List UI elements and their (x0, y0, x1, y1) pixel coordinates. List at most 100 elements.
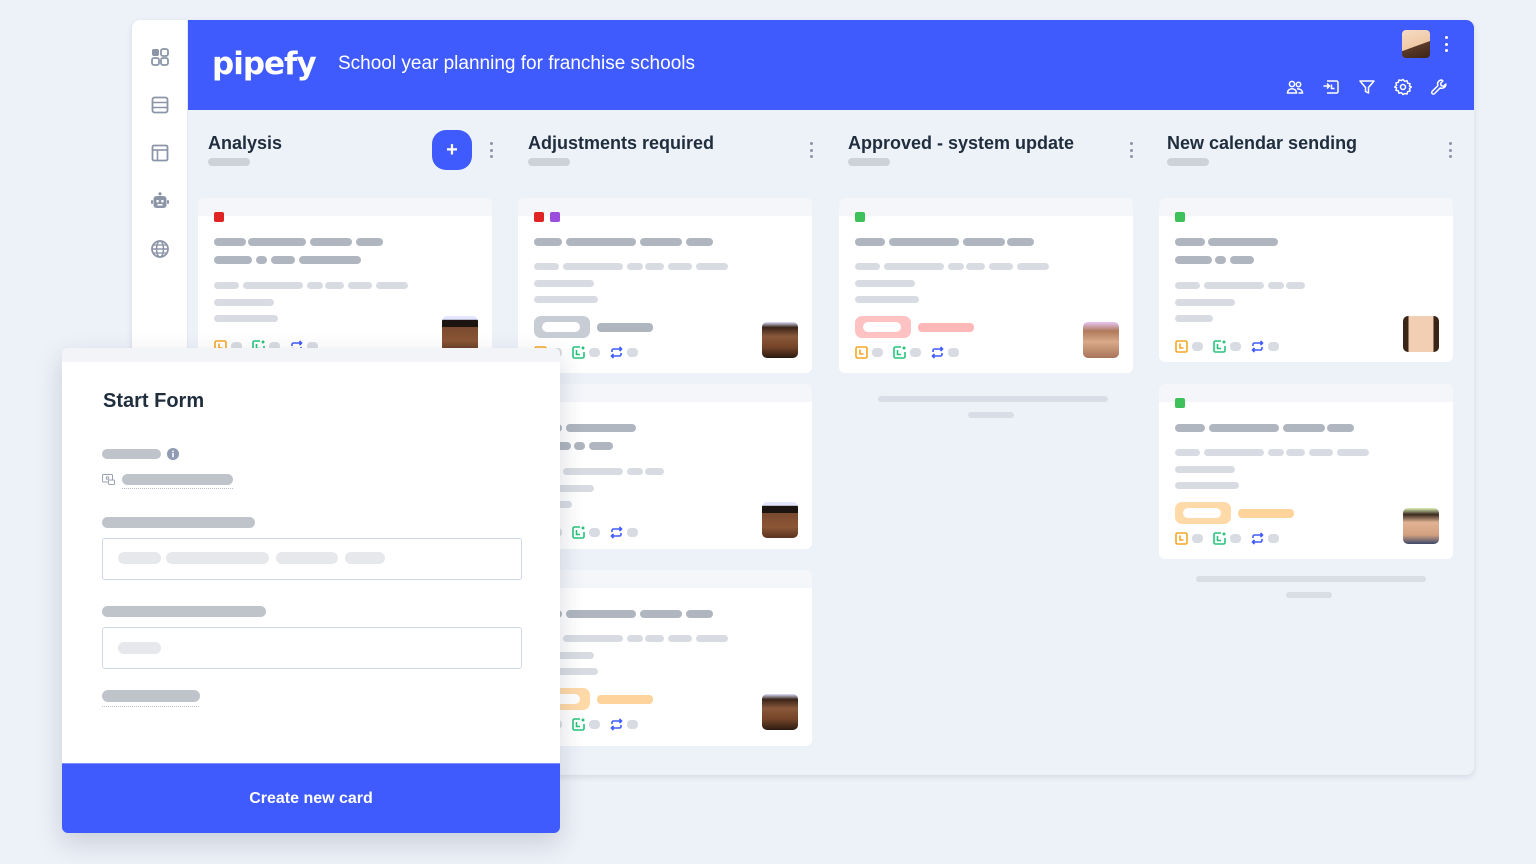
text-placeholder (1175, 238, 1205, 246)
robot-automation-icon[interactable] (149, 190, 171, 212)
field-badge-text (597, 323, 653, 332)
text-placeholder (1204, 449, 1264, 456)
card-header-band (1159, 198, 1453, 216)
field-badge-text (918, 323, 974, 332)
info-icon[interactable] (167, 448, 179, 460)
text-placeholder (248, 238, 306, 246)
text-placeholder (989, 263, 1013, 270)
filter-icon[interactable] (1358, 78, 1376, 96)
text-placeholder (1215, 256, 1226, 264)
input-placeholder (118, 642, 161, 654)
text-placeholder (214, 256, 252, 264)
card-indicators (1175, 340, 1289, 353)
text-placeholder (645, 635, 664, 642)
pipe-title: School year planning for franchise schoo… (338, 53, 695, 74)
phase-title: Adjustments required (528, 133, 715, 153)
field-link-placeholder[interactable] (102, 690, 200, 702)
text-placeholder (686, 610, 713, 618)
text-placeholder (348, 282, 372, 289)
create-new-card-button[interactable]: Create new card (62, 763, 560, 833)
indicator-value (948, 348, 959, 357)
field-value-placeholder[interactable] (122, 474, 233, 485)
text-placeholder (1327, 424, 1354, 432)
pipe-card[interactable] (518, 570, 812, 746)
text-placeholder (214, 299, 274, 306)
text-placeholder (645, 263, 664, 270)
text-placeholder (645, 468, 664, 475)
text-field-1[interactable] (102, 538, 522, 580)
text-placeholder (1204, 282, 1264, 289)
indicator-value (910, 348, 921, 357)
indicator-value (1230, 342, 1241, 351)
text-placeholder (563, 635, 623, 642)
text-placeholder (686, 238, 713, 246)
assignee-avatar[interactable] (1083, 322, 1119, 358)
input-placeholder (166, 552, 269, 564)
pipe-card[interactable] (1159, 198, 1453, 362)
attachment-preview-icon (102, 474, 115, 485)
assignee-avatar[interactable] (1403, 508, 1439, 544)
text-placeholder (668, 635, 692, 642)
text-placeholder (966, 263, 985, 270)
pipe-card[interactable] (839, 198, 1133, 373)
card-labels (855, 212, 865, 222)
assignee-avatar[interactable] (1403, 316, 1439, 352)
more-vertical-icon[interactable] (1442, 34, 1450, 54)
add-card-button[interactable]: + (432, 130, 472, 170)
field-badge (534, 316, 590, 338)
phase-menu-icon[interactable] (1128, 142, 1134, 158)
repeat-icon (931, 346, 944, 359)
due-date-icon (1213, 532, 1226, 545)
text-placeholder (214, 238, 246, 246)
text-placeholder (889, 238, 959, 246)
text-placeholder (1209, 424, 1279, 432)
header-toolbar (1286, 78, 1448, 96)
field-badge (1175, 502, 1231, 524)
phase-card-count (528, 158, 570, 166)
user-avatar[interactable] (1402, 30, 1430, 58)
members-icon[interactable] (1286, 78, 1304, 96)
phase-title: Analysis (208, 133, 283, 153)
text-placeholder (566, 238, 636, 246)
phase-menu-icon[interactable] (808, 142, 814, 158)
phase-card-count (208, 158, 250, 166)
text-field-2[interactable] (102, 627, 522, 669)
phase-menu-icon[interactable] (1447, 142, 1453, 158)
phase-menu-icon[interactable] (488, 142, 494, 158)
pipe-card[interactable] (518, 198, 812, 373)
globe-portal-icon[interactable] (149, 238, 171, 260)
indicator-value (589, 720, 600, 729)
text-placeholder (256, 256, 267, 264)
text-placeholder (855, 263, 880, 270)
text-placeholder (563, 263, 623, 270)
repeat-icon (1251, 532, 1264, 545)
start-form-panel: Start Form Create new card (62, 348, 560, 833)
pipe-card[interactable] (518, 384, 812, 549)
card-labels (1175, 398, 1185, 408)
assignee-avatar[interactable] (762, 502, 798, 538)
label-tag-red (214, 212, 224, 222)
text-placeholder (855, 296, 919, 303)
settings-gear-icon[interactable] (1394, 78, 1412, 96)
assignee-avatar[interactable] (442, 316, 478, 352)
assignee-avatar[interactable] (762, 322, 798, 358)
assignee-avatar[interactable] (762, 694, 798, 730)
apps-grid-icon[interactable] (149, 46, 171, 68)
database-table-icon[interactable] (149, 94, 171, 116)
text-placeholder (534, 238, 562, 246)
text-placeholder (325, 282, 344, 289)
wrench-icon[interactable] (1430, 78, 1448, 96)
text-placeholder (563, 468, 623, 475)
field-badge (855, 316, 911, 338)
text-placeholder (1337, 449, 1369, 456)
pipefy-logo[interactable]: pipefy (212, 46, 317, 82)
due-date-icon (893, 346, 906, 359)
field-badge-text (1238, 509, 1294, 518)
text-placeholder (1175, 449, 1200, 456)
card-indicators (1175, 532, 1289, 545)
text-placeholder (1283, 424, 1325, 432)
import-report-icon[interactable] (1322, 78, 1340, 96)
pipe-card[interactable] (1159, 384, 1453, 559)
text-placeholder (696, 263, 728, 270)
layout-panel-icon[interactable] (149, 142, 171, 164)
